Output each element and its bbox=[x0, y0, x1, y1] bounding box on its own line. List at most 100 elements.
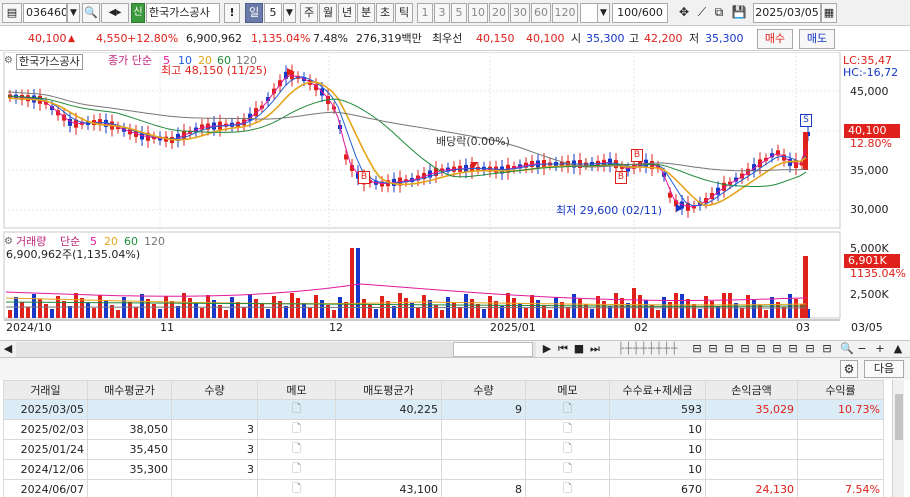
count-field[interactable]: 100/600 bbox=[612, 3, 668, 23]
col-buy-avg[interactable]: 매수평균가 bbox=[87, 380, 172, 400]
volume-pane-settings-icon[interactable]: ⚙ bbox=[4, 235, 13, 249]
zoom-icon-9[interactable]: ⊟ bbox=[820, 342, 834, 357]
chart-scroll-thumb[interactable] bbox=[453, 342, 533, 357]
period-tick-tab[interactable]: 틱 bbox=[395, 3, 413, 23]
memo-empty-icon[interactable]: 🗋 bbox=[257, 399, 336, 420]
period-day-tab[interactable]: 일 bbox=[245, 3, 263, 23]
volume-bar bbox=[488, 296, 492, 318]
period-month-tab[interactable]: 월 bbox=[319, 3, 337, 23]
stop-icon[interactable]: ■ bbox=[572, 342, 586, 357]
rewind-icon[interactable]: ⏮ bbox=[556, 342, 570, 357]
col-trade-date[interactable]: 거래일 bbox=[3, 380, 88, 400]
zoom-icon-7[interactable]: ⊟ bbox=[786, 342, 800, 357]
pane-settings-icon[interactable]: ⚙ bbox=[4, 54, 13, 68]
alert-icon[interactable]: ! bbox=[224, 3, 240, 23]
col-fee-tax[interactable]: 수수료+제세금 bbox=[609, 380, 706, 400]
table-row[interactable]: 2025/01/24 35,450 3 🗋 🗋 10 bbox=[3, 439, 884, 460]
col-pnl[interactable]: 손익금액 bbox=[705, 380, 798, 400]
memo-add-icon[interactable]: 🗋 bbox=[525, 399, 610, 420]
volume-bar bbox=[452, 302, 456, 318]
save-icon[interactable]: 💾 bbox=[729, 3, 749, 23]
zoom-icon-6[interactable]: ⊟ bbox=[770, 342, 784, 357]
cell-pnl: 35,029 bbox=[705, 399, 798, 420]
table-row[interactable]: 2024/06/07 🗋 43,100 8 🗋 670 24,130 7.54% bbox=[3, 479, 884, 497]
crosshair-icon[interactable]: ✥ bbox=[674, 3, 694, 23]
zoom-icon-8[interactable]: ⊟ bbox=[803, 342, 817, 357]
interval-30[interactable]: 30 bbox=[510, 3, 530, 23]
col-return[interactable]: 수익률 bbox=[797, 380, 884, 400]
buy-marker-jan[interactable]: B bbox=[615, 171, 627, 184]
interval-1[interactable]: 1 bbox=[417, 3, 433, 23]
memo-empty-icon[interactable]: 🗋 bbox=[525, 459, 610, 480]
col-sell-avg[interactable]: 매도평균가 bbox=[335, 380, 442, 400]
interval-120[interactable]: 120 bbox=[552, 3, 578, 23]
zoom-icon-3[interactable]: ⊟ bbox=[722, 342, 736, 357]
interval-10[interactable]: 10 bbox=[468, 3, 488, 23]
period-year-tab[interactable]: 년 bbox=[338, 3, 356, 23]
chart-stock-name: 한국가스공사 bbox=[16, 54, 83, 70]
memo-add-icon[interactable]: 🗋 bbox=[525, 479, 610, 497]
next-button[interactable]: 다음 bbox=[864, 360, 904, 378]
cell-buy-qty: 3 bbox=[171, 419, 258, 440]
table-row[interactable]: 2024/12/06 35,300 3 🗋 🗋 10 bbox=[3, 459, 884, 480]
zoom-icon-4[interactable]: ⊟ bbox=[738, 342, 752, 357]
calendar-icon[interactable]: ▦ bbox=[821, 3, 837, 23]
buy-marker-dec[interactable]: B bbox=[358, 171, 370, 184]
table-row[interactable]: 2025/02/03 38,050 3 🗋 🗋 10 bbox=[3, 419, 884, 440]
table-scrollbar[interactable] bbox=[892, 380, 904, 497]
sell-button[interactable]: 매도 bbox=[799, 29, 835, 49]
memo-empty-icon[interactable]: 🗋 bbox=[525, 439, 610, 460]
zoom-icon-1[interactable]: ⊟ bbox=[690, 342, 704, 357]
table-scroll-thumb[interactable] bbox=[895, 394, 903, 440]
zoom-slider[interactable]: ├┼┼┼┼┼┼┼ bbox=[610, 342, 686, 357]
interval-5[interactable]: 5 bbox=[451, 3, 467, 23]
col-sell-memo[interactable]: 메모 bbox=[525, 380, 610, 400]
period-minute-tab[interactable]: 분 bbox=[357, 3, 375, 23]
buy-button[interactable]: 매수 bbox=[757, 29, 793, 49]
volume-bar bbox=[362, 299, 366, 318]
volume-bar bbox=[176, 306, 180, 318]
period-second-tab[interactable]: 초 bbox=[376, 3, 394, 23]
compare-icon[interactable]: ⧉ bbox=[711, 3, 727, 23]
zoom-icon-2[interactable]: ⊟ bbox=[706, 342, 720, 357]
cell-pnl bbox=[705, 439, 798, 460]
sell-marker-mar[interactable]: S bbox=[800, 114, 812, 127]
memo-empty-icon[interactable]: 🗋 bbox=[525, 419, 610, 440]
forward-icon[interactable]: ⏭ bbox=[588, 342, 602, 357]
code-dropdown-chevron-icon[interactable]: ▼ bbox=[67, 3, 80, 23]
search-icon[interactable]: 🔍 bbox=[82, 3, 100, 23]
col-buy-qty[interactable]: 수량 bbox=[171, 380, 258, 400]
period-value-field[interactable]: 5 bbox=[264, 3, 282, 23]
period-week-tab[interactable]: 주 bbox=[300, 3, 318, 23]
magnifier-icon[interactable]: 🔍 bbox=[840, 342, 854, 357]
interval-20[interactable]: 20 bbox=[489, 3, 509, 23]
interval-dropdown-chevron-icon[interactable]: ▼ bbox=[597, 3, 610, 23]
volume-bar bbox=[32, 294, 36, 318]
volume-change-pct: 1,135.04% bbox=[251, 32, 311, 45]
draw-line-icon[interactable]: ⟋ bbox=[694, 3, 710, 23]
zoom-out-icon[interactable]: − bbox=[856, 342, 868, 357]
zoom-icon-5[interactable]: ⊟ bbox=[754, 342, 768, 357]
memo-add-icon[interactable]: 🗋 bbox=[257, 419, 336, 440]
memo-add-icon[interactable]: 🗋 bbox=[257, 439, 336, 460]
col-sell-qty[interactable]: 수량 bbox=[441, 380, 526, 400]
stock-name-field[interactable]: 한국가스공사 bbox=[146, 3, 220, 23]
buy-marker-feb[interactable]: B bbox=[631, 149, 643, 162]
memo-add-icon[interactable]: 🗋 bbox=[257, 459, 336, 480]
play-icon[interactable]: ▶ bbox=[540, 342, 554, 357]
prev-next-stock-icon[interactable]: ◀▸ bbox=[101, 3, 129, 23]
table-row[interactable]: 2025/03/05 🗋 40,225 9 🗋 593 35,029 10.73… bbox=[3, 399, 884, 420]
zoom-in-icon[interactable]: + bbox=[874, 342, 886, 357]
gear-icon[interactable]: ⚙ bbox=[840, 360, 858, 378]
period-dropdown-chevron-icon[interactable]: ▼ bbox=[283, 3, 296, 23]
date-field[interactable]: 2025/03/05 bbox=[753, 3, 821, 23]
scroll-left-icon[interactable]: ◀ bbox=[2, 342, 14, 357]
chart-type-icon[interactable]: ▤ bbox=[2, 3, 22, 23]
col-buy-memo[interactable]: 메모 bbox=[257, 380, 336, 400]
scroll-up-icon[interactable]: ▲ bbox=[892, 342, 904, 357]
stock-code-input[interactable]: 036460 bbox=[23, 3, 67, 23]
interval-60[interactable]: 60 bbox=[531, 3, 551, 23]
interval-3[interactable]: 3 bbox=[434, 3, 450, 23]
stock-chart[interactable]: ⚙ 한국가스공사 종가 단순 5 10 20 60 120 최고 48,150 … bbox=[0, 52, 910, 340]
memo-empty-icon[interactable]: 🗋 bbox=[257, 479, 336, 497]
